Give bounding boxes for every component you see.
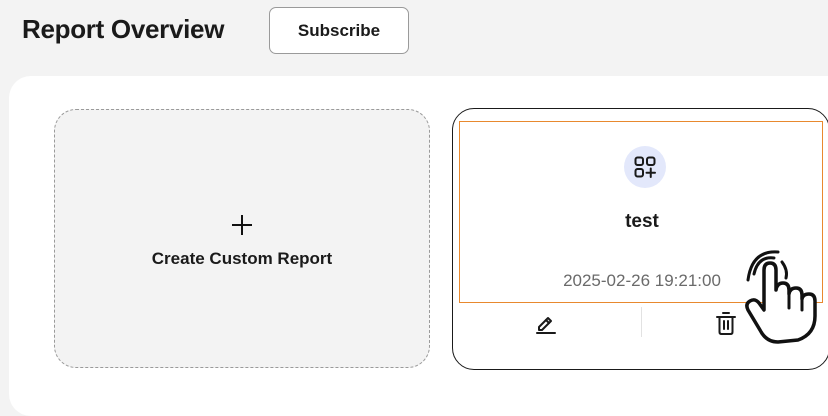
report-icon-badge bbox=[624, 146, 666, 188]
report-card-actions bbox=[453, 307, 828, 347]
delete-report-button[interactable] bbox=[709, 309, 743, 339]
add-grid-icon bbox=[634, 156, 656, 178]
trash-icon bbox=[716, 312, 736, 335]
report-card[interactable]: test 2025-02-26 19:21:00 bbox=[452, 108, 828, 370]
report-card-body[interactable]: test 2025-02-26 19:21:00 bbox=[459, 121, 823, 303]
plus-icon bbox=[232, 214, 252, 235]
report-name: test bbox=[625, 211, 659, 232]
page-title: Report Overview bbox=[22, 14, 225, 44]
edit-report-button[interactable] bbox=[529, 309, 563, 337]
actions-divider bbox=[641, 307, 642, 337]
create-custom-report-label: Create Custom Report bbox=[151, 248, 333, 268]
page-header: Report Overview Subscribe bbox=[0, 0, 828, 64]
report-timestamp: 2025-02-26 19:21:00 bbox=[563, 271, 721, 290]
create-custom-report-card[interactable]: Create Custom Report bbox=[54, 109, 430, 368]
pencil-icon bbox=[536, 317, 556, 334]
subscribe-button[interactable]: Subscribe bbox=[269, 7, 409, 54]
